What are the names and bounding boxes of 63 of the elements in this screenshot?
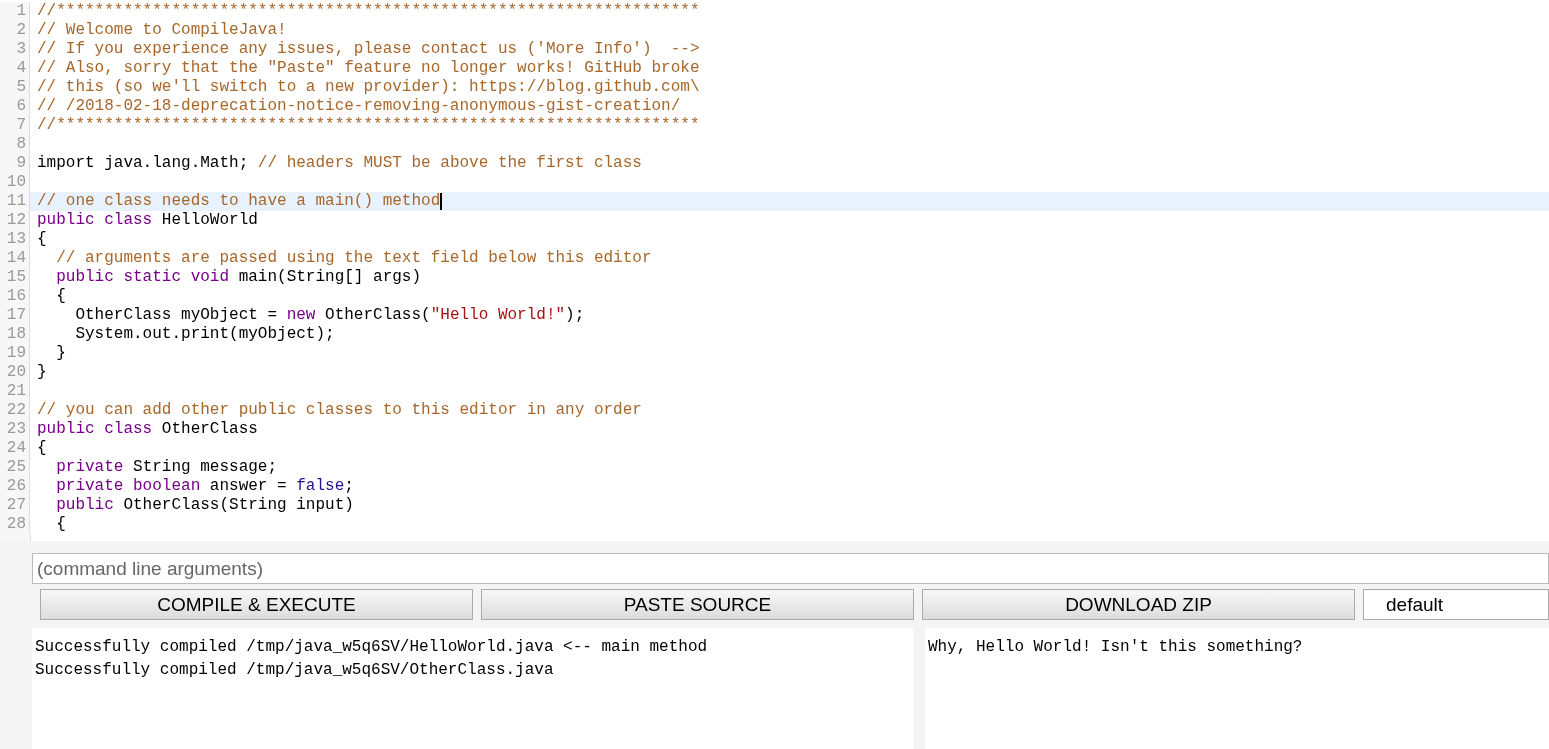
line-number: 26 [0, 477, 30, 496]
output-line: Successfully compiled /tmp/java_w5q6SV/OtherClass.java [35, 660, 555, 681]
line-number: 13 [0, 230, 30, 249]
line-number: 18 [0, 325, 30, 344]
line-number: 17 [0, 306, 30, 325]
code-line: public class OtherClass [36, 420, 258, 439]
code-line: // one class needs to have a main() method [36, 192, 441, 211]
line-number: 5 [0, 78, 30, 97]
code-line: public OtherClass(String input) [55, 496, 354, 515]
mode-select[interactable]: default [1363, 589, 1549, 620]
code-line: { [55, 287, 66, 306]
toolbar-button[interactable]: PASTE SOURCE [481, 589, 914, 620]
line-number: 2 [0, 21, 30, 40]
code-line: import java.lang.Math; // headers MUST be above the first class [36, 154, 642, 173]
line-number: 11 [0, 192, 30, 211]
line-number: 7 [0, 116, 30, 135]
line-number: 10 [0, 173, 30, 192]
line-number: 6 [0, 97, 30, 116]
line-number: 8 [0, 135, 30, 154]
code-line: } [55, 344, 66, 363]
code-line: { [36, 230, 47, 249]
line-number: 12 [0, 211, 30, 230]
toolbar-button[interactable]: COMPILE & EXECUTE [40, 589, 473, 620]
code-line: // Welcome to CompileJava! [36, 21, 287, 40]
arguments-field[interactable]: (command line arguments) [32, 553, 1549, 584]
line-number: 25 [0, 458, 30, 477]
line-number: 9 [0, 154, 30, 173]
code-line: // /2018-02-18-deprecation-notice-removing-anonymous-gist-creation/ [36, 97, 681, 116]
code-line: // Also, sorry that the "Paste" feature no longer works! GitHub broke [36, 59, 700, 78]
code-line: OtherClass myObject = new OtherClass("Hello World!"); [74, 306, 585, 325]
line-number: 4 [0, 59, 30, 78]
line-number: 28 [0, 515, 30, 534]
line-number: 24 [0, 439, 30, 458]
code-line: public class HelloWorld [36, 211, 258, 230]
line-number: 22 [0, 401, 30, 420]
code-line: private String message; [55, 458, 278, 477]
line-number: 21 [0, 382, 30, 401]
code-line: //******************************************************************* [36, 2, 700, 21]
line-number: 15 [0, 268, 30, 287]
code-line: private boolean answer = false; [55, 477, 354, 496]
output-line: Why, Hello World! Isn't this something? [928, 637, 1304, 658]
code-line: //******************************************************************* [36, 116, 700, 135]
code-line: { [36, 439, 47, 458]
line-number: 20 [0, 363, 30, 382]
line-number: 27 [0, 496, 30, 515]
code-line: System.out.print(myObject); [74, 325, 335, 344]
code-line: // you can add other public classes to this editor in any order [36, 401, 642, 420]
line-number: 1 [0, 2, 30, 21]
line-number: 19 [0, 344, 30, 363]
code-line: { [55, 515, 66, 534]
code-line: // arguments are passed using the text field below this editor [55, 249, 652, 268]
code-line: public static void main(String[] args) [55, 268, 422, 287]
code-line: // this (so we'll switch to a new provider): https://blog.github.com\ [36, 78, 700, 97]
line-number: 14 [0, 249, 30, 268]
output-line: Successfully compiled /tmp/java_w5q6SV/HelloWorld.java <-- main method [35, 637, 709, 658]
line-number: 23 [0, 420, 30, 439]
line-number: 3 [0, 40, 30, 59]
code-line: // If you experience any issues, please contact us ('More Info') --> [36, 40, 700, 59]
code-line: } [36, 363, 47, 382]
line-number: 16 [0, 287, 30, 306]
toolbar-button[interactable]: DOWNLOAD ZIP [922, 589, 1355, 620]
code-editor[interactable] [0, 0, 1549, 541]
text-cursor [440, 193, 443, 210]
